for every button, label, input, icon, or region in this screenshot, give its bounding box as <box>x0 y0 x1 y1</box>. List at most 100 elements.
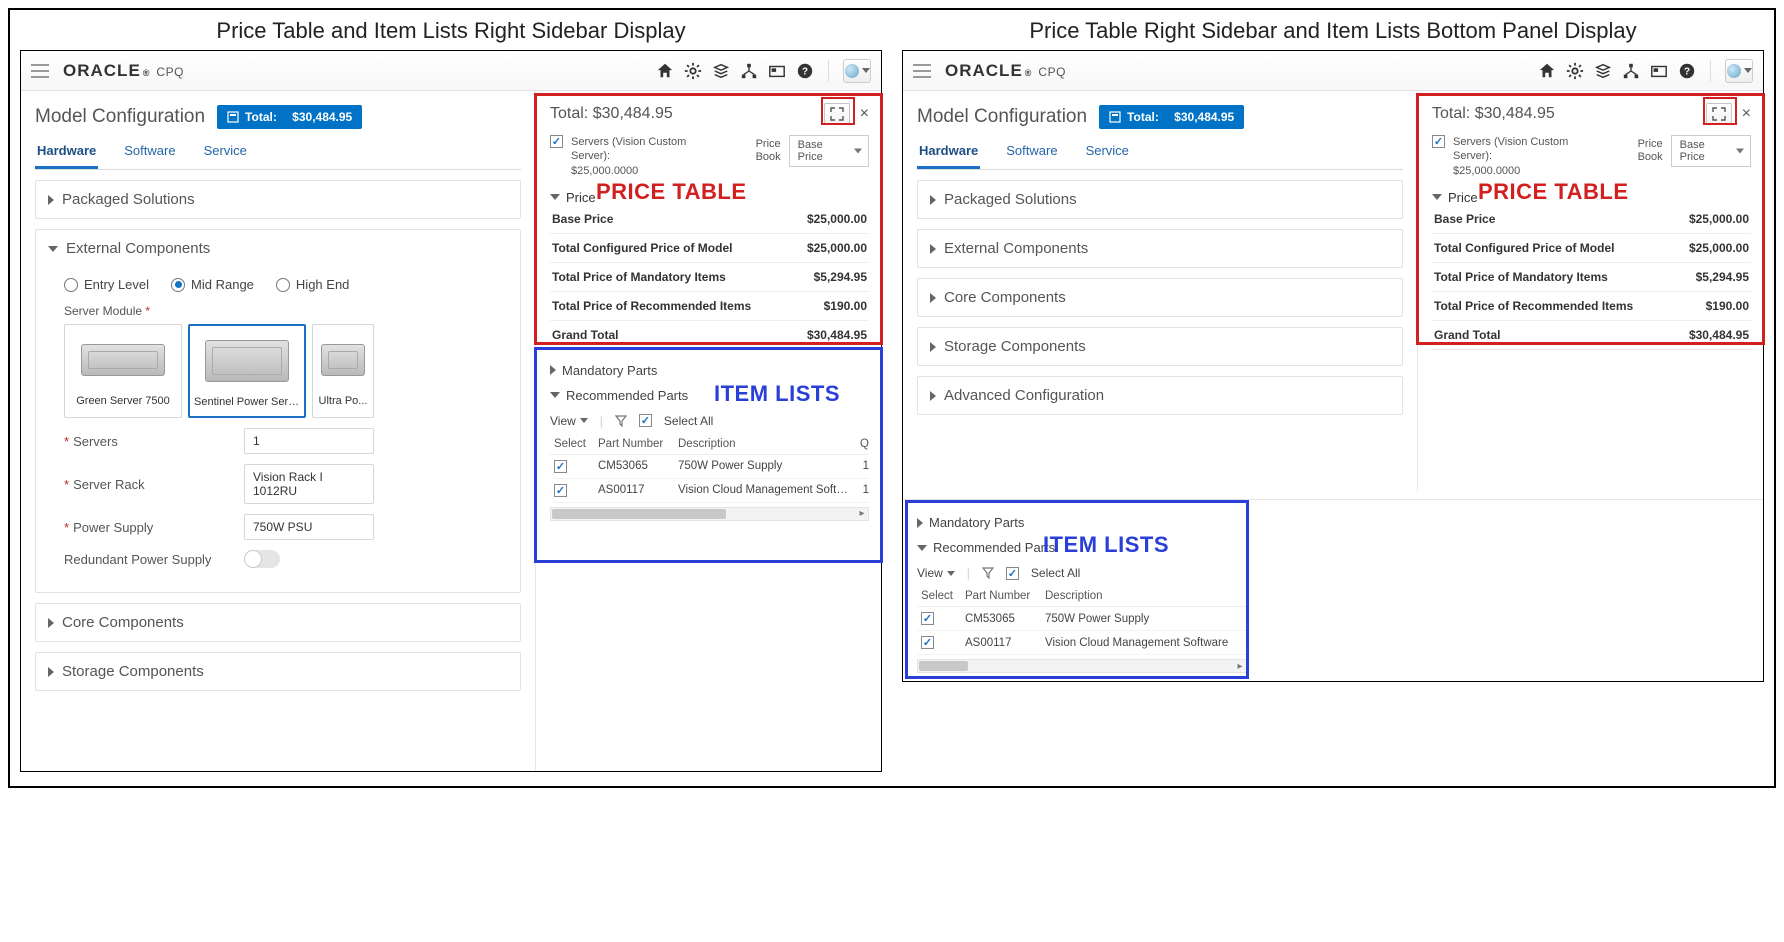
stack-icon[interactable] <box>1594 62 1612 80</box>
page-title: Model Configuration <box>35 106 205 128</box>
total-badge[interactable]: Total: $30,484.95 <box>1099 105 1244 129</box>
right-caption: Price Table Right Sidebar and Item Lists… <box>902 18 1764 44</box>
panel-external[interactable]: External Components <box>917 229 1403 268</box>
pricebook-select[interactable]: Base Price <box>1671 135 1751 167</box>
tab-hardware[interactable]: Hardware <box>917 137 980 169</box>
pricebook-select[interactable]: Base Price <box>789 135 869 167</box>
tab-hardware[interactable]: Hardware <box>35 137 98 169</box>
card-icon[interactable] <box>768 62 786 80</box>
recommended-head[interactable]: Recommended Parts <box>917 535 1749 560</box>
gear-icon[interactable] <box>684 62 702 80</box>
horizontal-scrollbar[interactable]: ◂▸ <box>550 507 869 521</box>
home-icon[interactable] <box>1538 62 1556 80</box>
radio-high[interactable]: High End <box>276 277 349 292</box>
gear-icon[interactable] <box>1566 62 1584 80</box>
sidebar-total: Total: $30,484.95 <box>550 105 824 123</box>
server-module-label: Server Module * <box>64 304 504 318</box>
servers-checkbox[interactable] <box>1432 135 1445 148</box>
total-badge[interactable]: Total: $30,484.95 <box>217 105 362 129</box>
servers-input[interactable]: 1 <box>244 428 374 454</box>
expand-icon[interactable] <box>824 103 850 125</box>
hamburger-icon[interactable] <box>913 64 931 78</box>
pricebook-label: Price Book <box>1612 138 1662 164</box>
help-icon[interactable]: ? <box>796 62 814 80</box>
card-ultra[interactable]: Ultra Po... <box>312 324 374 418</box>
user-menu[interactable] <box>1725 59 1753 83</box>
tab-software[interactable]: Software <box>122 137 177 169</box>
panel-core[interactable]: Core Components <box>35 603 521 642</box>
view-menu[interactable]: View <box>917 566 955 580</box>
close-icon[interactable]: × <box>860 105 869 123</box>
table-row[interactable]: CM53065750W Power Supply1 <box>550 455 869 479</box>
svg-text:?: ? <box>1684 66 1690 77</box>
table-row[interactable]: CM53065750W Power Supply <box>917 607 1247 631</box>
panel-advanced[interactable]: Advanced Configuration <box>917 376 1403 415</box>
panel-packaged[interactable]: Packaged Solutions <box>917 180 1403 219</box>
user-menu[interactable] <box>843 59 871 83</box>
card-icon[interactable] <box>1650 62 1668 80</box>
tab-service[interactable]: Service <box>1084 137 1131 169</box>
mandatory-head[interactable]: Mandatory Parts <box>917 510 1749 535</box>
annotation-price-table-label: PRICE TABLE <box>596 179 747 205</box>
servers-label: *Servers <box>64 434 244 449</box>
bottom-item-lists-panel: Mandatory Parts Recommended Parts View |… <box>903 499 1763 681</box>
select-all-checkbox[interactable] <box>1006 567 1019 580</box>
pricebook-label: Price Book <box>730 138 780 164</box>
card-green-server[interactable]: Green Server 7500 <box>64 324 182 418</box>
svg-text:?: ? <box>802 66 808 77</box>
rack-input[interactable]: Vision Rack I 1012RU <box>244 464 374 504</box>
right-sidebar: Total: $30,484.95 × Servers (Vision Cust… <box>535 91 881 771</box>
right-sidebar: Total: $30,484.95 × Servers (Vision Cust… <box>1417 91 1763 491</box>
row-checkbox[interactable] <box>554 484 567 497</box>
panel-packaged[interactable]: Packaged Solutions <box>35 180 521 219</box>
stack-icon[interactable] <box>712 62 730 80</box>
select-all-checkbox[interactable] <box>639 414 652 427</box>
tabs: Hardware Software Service <box>35 137 521 170</box>
rack-label: *Server Rack <box>64 477 244 492</box>
left-caption: Price Table and Item Lists Right Sidebar… <box>20 18 882 44</box>
help-icon[interactable]: ? <box>1678 62 1696 80</box>
servers-checkbox[interactable] <box>550 135 563 148</box>
select-all-label: Select All <box>1031 566 1080 580</box>
redundant-toggle[interactable] <box>244 550 280 568</box>
tab-service[interactable]: Service <box>202 137 249 169</box>
row-checkbox[interactable] <box>554 460 567 473</box>
top-toolbar: ORACLE®CPQ ? <box>21 51 881 91</box>
tab-software[interactable]: Software <box>1004 137 1059 169</box>
hamburger-icon[interactable] <box>31 64 49 78</box>
radio-entry[interactable]: Entry Level <box>64 277 149 292</box>
annotation-item-lists-label: ITEM LISTS <box>1043 532 1169 558</box>
row-checkbox[interactable] <box>921 636 934 649</box>
filter-icon[interactable] <box>982 567 994 579</box>
sidebar-total: Total: $30,484.95 <box>1432 105 1706 123</box>
brand-logo: ORACLE®CPQ <box>945 61 1066 81</box>
panel-storage[interactable]: Storage Components <box>917 327 1403 366</box>
panel-core[interactable]: Core Components <box>917 278 1403 317</box>
panel-external: External Components Entry Level Mid Rang… <box>35 229 521 593</box>
close-icon[interactable]: × <box>1742 105 1751 123</box>
table-row[interactable]: AS00117Vision Cloud Management Software1 <box>550 479 869 503</box>
psu-input[interactable]: 750W PSU <box>244 514 374 540</box>
hierarchy-icon[interactable] <box>740 62 758 80</box>
top-toolbar: ORACLE®CPQ ? <box>903 51 1763 91</box>
redundant-label: Redundant Power Supply <box>64 552 244 567</box>
filter-icon[interactable] <box>615 415 627 427</box>
expand-icon[interactable] <box>1706 103 1732 125</box>
psu-label: *Power Supply <box>64 520 244 535</box>
view-menu[interactable]: View <box>550 414 588 428</box>
brand-logo: ORACLE®CPQ <box>63 61 184 81</box>
home-icon[interactable] <box>656 62 674 80</box>
annotation-price-table-label: PRICE TABLE <box>1478 179 1629 205</box>
page-title: Model Configuration <box>917 106 1087 128</box>
row-checkbox[interactable] <box>921 612 934 625</box>
horizontal-scrollbar[interactable]: ◂▸ <box>917 659 1247 673</box>
radio-mid[interactable]: Mid Range <box>171 277 254 292</box>
card-sentinel[interactable]: Sentinel Power Server ... <box>188 324 306 418</box>
mandatory-head[interactable]: Mandatory Parts <box>550 358 869 383</box>
hierarchy-icon[interactable] <box>1622 62 1640 80</box>
table-row[interactable]: AS00117Vision Cloud Management Software <box>917 631 1247 655</box>
panel-external-head[interactable]: External Components <box>36 230 520 267</box>
select-all-label: Select All <box>664 414 713 428</box>
annotation-item-lists-label: ITEM LISTS <box>714 381 840 407</box>
panel-storage[interactable]: Storage Components <box>35 652 521 691</box>
